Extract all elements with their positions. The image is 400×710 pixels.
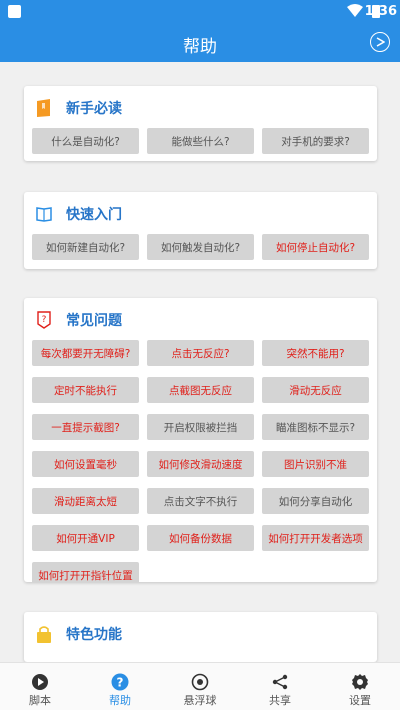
help-item-button[interactable]: 如何停止自动化? <box>262 234 369 260</box>
help-item-button[interactable]: 如何分享自动化 <box>262 488 369 514</box>
help-item-button[interactable]: 如何新建自动化? <box>32 234 139 260</box>
help-item-button[interactable]: 一直提示截图? <box>32 414 139 440</box>
help-item-button[interactable]: 如何触发自动化? <box>147 234 254 260</box>
notification-icon <box>8 5 21 18</box>
status-time: 1:36 <box>364 4 397 19</box>
button-grid: 如何新建自动化? 如何触发自动化? 如何停止自动化? <box>32 234 369 260</box>
tab-label: 共享 <box>269 694 291 707</box>
tab-script[interactable]: 脚本 <box>0 663 80 710</box>
lock-badge-icon <box>37 626 51 643</box>
help-item-button[interactable]: 如何备份数据 <box>147 525 254 551</box>
help-item-button[interactable]: 如何修改滑动速度 <box>147 451 254 477</box>
help-item-button[interactable]: 定时不能执行 <box>32 377 139 403</box>
section-quickstart: 快速入门 如何新建自动化? 如何触发自动化? 如何停止自动化? <box>24 192 377 269</box>
tab-label: 帮助 <box>109 694 131 707</box>
tab-label: 设置 <box>349 694 371 707</box>
button-grid: 什么是自动化? 能做些什么? 对手机的要求? <box>32 128 369 154</box>
wifi-icon <box>347 4 363 17</box>
section-title: 新手必读 <box>66 101 122 117</box>
section-title: 快速入门 <box>66 207 122 223</box>
bottom-tab-bar: 脚本 ? 帮助 悬浮球 共享 设置 <box>0 662 400 710</box>
help-item-button[interactable]: 点截图无反应 <box>147 377 254 403</box>
help-item-button[interactable]: 如何打开开指针位置 <box>32 562 139 582</box>
tab-label: 脚本 <box>29 694 51 707</box>
tab-floating-ball[interactable]: 悬浮球 <box>160 663 240 710</box>
svg-text:?: ? <box>42 315 47 325</box>
section-title: 特色功能 <box>66 627 122 643</box>
play-circle-icon <box>32 674 48 690</box>
floating-ball-icon <box>191 673 209 691</box>
question-doc-icon: ? <box>37 311 51 329</box>
help-item-button[interactable]: 对手机的要求? <box>262 128 369 154</box>
help-item-button[interactable]: 如何设置毫秒 <box>32 451 139 477</box>
tab-settings[interactable]: 设置 <box>320 663 400 710</box>
app-bar: 帮助 <box>0 24 400 62</box>
share-icon <box>272 674 288 690</box>
help-item-button[interactable]: 什么是自动化? <box>32 128 139 154</box>
button-grid: 每次都要开无障碍? 点击无反应? 突然不能用? 定时不能执行 点截图无反应 滑动… <box>32 340 369 582</box>
help-item-button[interactable]: 每次都要开无障碍? <box>32 340 139 366</box>
help-item-button[interactable]: 开启权限被拦挡 <box>147 414 254 440</box>
help-item-button[interactable]: 如何打开开发者选项 <box>262 525 369 551</box>
play-tutorial-icon[interactable] <box>370 32 390 52</box>
help-item-button[interactable]: 图片识别不准 <box>262 451 369 477</box>
section-faq: ? 常见问题 每次都要开无障碍? 点击无反应? 突然不能用? 定时不能执行 点截… <box>24 298 377 582</box>
tab-help[interactable]: ? 帮助 <box>80 663 160 710</box>
section-features: 特色功能 <box>24 612 377 662</box>
help-item-button[interactable]: 能做些什么? <box>147 128 254 154</box>
help-item-button[interactable]: 突然不能用? <box>262 340 369 366</box>
open-book-icon <box>36 207 52 222</box>
help-item-button[interactable]: 点击文字不执行 <box>147 488 254 514</box>
svg-text:?: ? <box>117 676 124 690</box>
section-title: 常见问题 <box>66 313 122 329</box>
help-item-button[interactable]: 滑动无反应 <box>262 377 369 403</box>
help-item-button[interactable]: 滑动距离太短 <box>32 488 139 514</box>
status-bar: 1:36 <box>0 0 400 24</box>
page-title: 帮助 <box>183 37 217 57</box>
help-item-button[interactable]: 瞄准图标不显示? <box>262 414 369 440</box>
section-beginner: 新手必读 什么是自动化? 能做些什么? 对手机的要求? <box>24 86 377 161</box>
orange-book-icon <box>37 99 50 117</box>
gear-icon <box>352 674 368 690</box>
help-item-button[interactable]: 如何开通VIP <box>32 525 139 551</box>
help-circle-icon: ? <box>111 673 129 691</box>
help-item-button[interactable]: 点击无反应? <box>147 340 254 366</box>
tab-label: 悬浮球 <box>183 694 217 707</box>
tab-share[interactable]: 共享 <box>240 663 320 710</box>
